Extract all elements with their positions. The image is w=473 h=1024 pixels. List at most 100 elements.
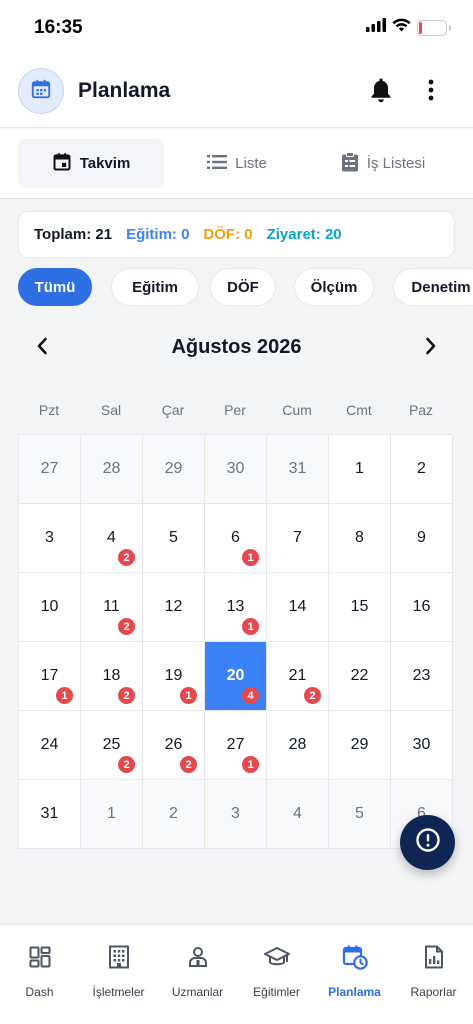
nav-uzmanlar[interactable]: Uzmanlar <box>158 943 237 1005</box>
bell-icon <box>369 77 393 108</box>
page-title: Planlama <box>78 79 171 102</box>
calendar-day[interactable]: 15 <box>329 573 391 642</box>
filter-chip-olcum[interactable]: Ölçüm <box>294 268 374 306</box>
tab-is-listesi[interactable]: İş Listesi <box>310 139 456 188</box>
view-tabs: Takvim Liste İş Listesi <box>0 129 473 199</box>
weekday-label: Sal <box>100 402 122 418</box>
tab-label: Takvim <box>79 155 131 172</box>
calendar-day[interactable]: 25 2 <box>81 711 143 780</box>
event-count-badge: 2 <box>118 549 135 566</box>
calendar-day[interactable]: 30 <box>205 435 267 504</box>
calendar-day[interactable]: 29 <box>329 711 391 780</box>
calendar-day[interactable]: 31 <box>19 780 81 849</box>
nav-raporlar[interactable]: Raporlar <box>394 943 473 1005</box>
more-options-button[interactable] <box>417 78 445 106</box>
calendar-day[interactable]: 42 <box>81 504 143 573</box>
day-number: 7 <box>293 529 302 546</box>
calendar-day[interactable]: 3 <box>19 504 81 573</box>
event-count-badge: 2 <box>118 618 135 635</box>
calendar-day[interactable]: 10 <box>19 573 81 642</box>
calendar-clock-icon <box>341 943 369 971</box>
tab-liste[interactable]: Liste <box>164 139 310 188</box>
nav-label: İşletmeler <box>92 985 145 999</box>
tab-takvim[interactable]: Takvim <box>18 139 164 188</box>
day-number: 11 <box>103 598 120 615</box>
nav-egitimler[interactable]: Eğitimler <box>237 943 316 1005</box>
calendar-day[interactable]: 24 <box>19 711 81 780</box>
calendar-day[interactable]: 31 <box>267 435 329 504</box>
calendar-day[interactable]: 9 <box>391 504 453 573</box>
summary-card: Toplam: 21 Eğitim: 0 DÖF: 0 Ziyaret: 20 <box>18 211 455 258</box>
bottom-navigation: Dash İşletmeler Uzmanlar Eğitimler Planl… <box>0 924 473 1024</box>
nav-planlama[interactable]: Planlama <box>315 943 394 1005</box>
calendar-day[interactable]: 30 <box>391 711 453 780</box>
planning-avatar <box>18 68 64 114</box>
calendar-day[interactable]: 29 <box>143 435 205 504</box>
weekday-label: Pzt <box>38 402 60 418</box>
event-count-badge: 4 <box>242 687 259 704</box>
event-count-badge: 1 <box>56 687 73 704</box>
graduation-cap-icon <box>263 943 291 971</box>
calendar-day[interactable]: 3 <box>205 780 267 849</box>
alert-circle-icon <box>415 827 441 858</box>
filter-chip-denetim[interactable]: Denetim <box>393 268 473 306</box>
nav-isletmeler[interactable]: İşletmeler <box>79 943 158 1005</box>
wifi-icon <box>392 18 411 37</box>
calendar-day[interactable]: 12 <box>143 573 205 642</box>
calendar-day[interactable]: 22 <box>329 642 391 711</box>
day-number: 2 <box>417 460 426 477</box>
month-title: Ağustos 2026 <box>171 336 302 358</box>
calendar-day[interactable]: 28 <box>81 435 143 504</box>
calendar-day[interactable]: 11 2 <box>81 573 143 642</box>
calendar-day[interactable]: 23 <box>391 642 453 711</box>
event-count-badge: 1 <box>242 618 259 635</box>
calendar-day[interactable]: 2 <box>143 780 205 849</box>
nav-label: Raporlar <box>410 985 457 999</box>
calendar-day[interactable]: 17 1 <box>19 642 81 711</box>
calendar-grid: 27 28 29 30 31 1 2 3 4 2 5 6 1 7 8 9 10 11 2 12 13 1 14 15 16 17 1… <box>18 434 453 849</box>
filter-chip-tumu[interactable]: Tümü <box>18 268 92 306</box>
notifications-button[interactable] <box>367 78 395 106</box>
calendar-day[interactable]: 16 <box>391 573 453 642</box>
users-icon <box>184 943 212 971</box>
calendar-day[interactable]: 26 2 <box>143 711 205 780</box>
next-month-button[interactable] <box>419 336 443 360</box>
calendar-day-selected[interactable]: 20 4 <box>205 642 267 711</box>
calendar-day[interactable]: 1 <box>81 780 143 849</box>
calendar-day[interactable]: 14 <box>267 573 329 642</box>
day-number: 1 <box>107 805 116 822</box>
more-vertical-icon <box>428 79 434 106</box>
calendar-day[interactable]: 8 <box>329 504 391 573</box>
filter-chip-dof[interactable]: DÖF <box>210 268 276 306</box>
calendar-day[interactable]: 27 1 <box>205 711 267 780</box>
day-number: 15 <box>350 598 369 615</box>
nav-dash[interactable]: Dash <box>0 943 79 1005</box>
calendar-day[interactable]: 21 2 <box>267 642 329 711</box>
day-number: 2 <box>169 805 178 822</box>
status-bar: 16:35 12 <box>0 0 473 56</box>
calendar-day[interactable]: 19 1 <box>143 642 205 711</box>
previous-month-button[interactable] <box>30 336 54 360</box>
calendar-day[interactable]: 13 1 <box>205 573 267 642</box>
alert-fab-button[interactable] <box>400 815 455 870</box>
filter-chip-egitim[interactable]: Eğitim <box>111 268 199 306</box>
calendar-day[interactable]: 1 <box>329 435 391 504</box>
day-number: 1 <box>355 460 364 477</box>
day-number: 26 <box>164 736 183 753</box>
summary-ziyaret: Ziyaret: 20 <box>266 226 342 243</box>
battery-level: 12 <box>425 20 439 35</box>
chevron-right-icon <box>425 337 437 360</box>
calendar-day[interactable]: 4 <box>267 780 329 849</box>
calendar-day[interactable]: 5 <box>329 780 391 849</box>
calendar-day[interactable]: 7 <box>267 504 329 573</box>
day-number: 18 <box>102 667 121 684</box>
calendar-day[interactable]: 5 <box>143 504 205 573</box>
calendar-day[interactable]: 18 2 <box>81 642 143 711</box>
calendar-day[interactable]: 61 <box>205 504 267 573</box>
day-number: 3 <box>45 529 54 546</box>
calendar-day[interactable]: 28 <box>267 711 329 780</box>
day-number: 9 <box>417 529 426 546</box>
event-count-badge: 1 <box>242 756 259 773</box>
calendar-day[interactable]: 27 <box>19 435 81 504</box>
calendar-day[interactable]: 2 <box>391 435 453 504</box>
